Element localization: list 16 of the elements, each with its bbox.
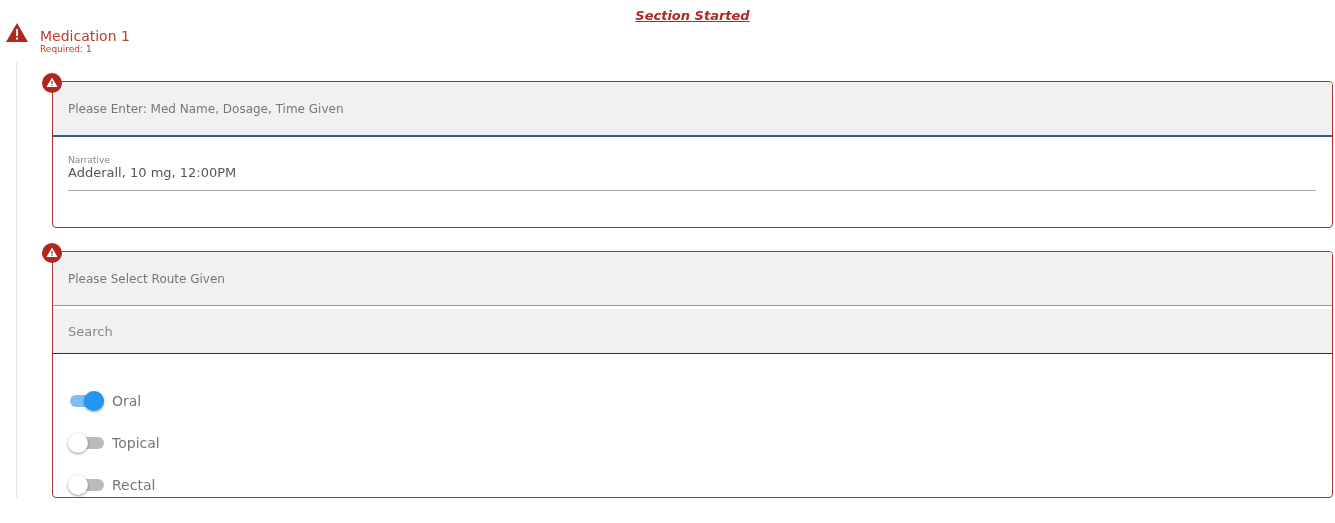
warning-icon bbox=[42, 73, 62, 93]
section-started-link[interactable]: Section Started bbox=[635, 8, 750, 25]
toggle-switch[interactable] bbox=[68, 390, 104, 411]
option-label: Rectal bbox=[112, 476, 156, 493]
warning-icon bbox=[6, 23, 28, 42]
required-count: Required: 1 bbox=[40, 44, 93, 54]
toggle-switch[interactable] bbox=[68, 474, 104, 495]
option-label: Oral bbox=[112, 392, 142, 409]
section-title: Medication 1 bbox=[40, 28, 130, 44]
toggle-switch[interactable] bbox=[68, 432, 104, 453]
warning-icon bbox=[42, 243, 62, 263]
question-prompt: Please Enter: Med Name, Dosage, Time Given bbox=[68, 101, 344, 116]
search-field[interactable]: Search bbox=[53, 309, 1332, 353]
question-prompt: Please Select Route Given bbox=[68, 271, 225, 286]
option-label: Topical bbox=[112, 434, 160, 451]
narrative-field[interactable]: Narrative Adderall, 10 mg, 12:00PM bbox=[68, 155, 1316, 191]
